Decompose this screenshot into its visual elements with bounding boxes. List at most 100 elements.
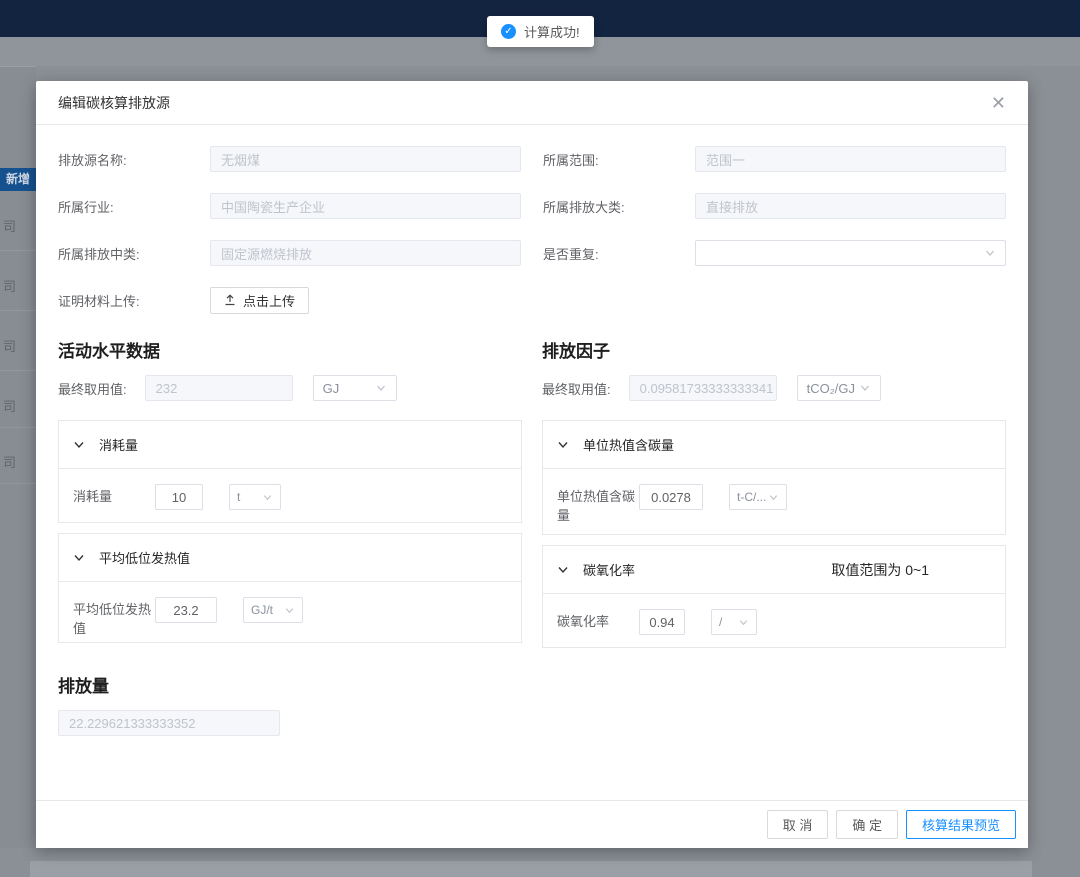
chevron-down-icon xyxy=(859,382,871,394)
oxidation-rate-card: 碳氧化率 取值范围为 0~1 碳氧化率 0.94 / xyxy=(542,545,1006,648)
field-proof-upload: 证明材料上传: 点击上传 xyxy=(58,287,521,313)
heating-value-input[interactable]: 23.2 xyxy=(155,597,217,623)
upload-button[interactable]: 点击上传 xyxy=(210,287,309,314)
select-value: GJ xyxy=(323,381,340,396)
carbon-content-input[interactable]: 0.0278 xyxy=(639,484,703,510)
final-value-label: 最终取用值: xyxy=(542,379,611,398)
carbon-content-collapse-header[interactable]: 单位热值含碳量 xyxy=(543,421,1005,469)
heating-value-card: 平均低位发热值 平均低位发热值 23.2 GJ/t xyxy=(58,533,522,643)
row-label: 平均低位发热值 xyxy=(73,597,155,639)
activity-unit-select[interactable]: GJ xyxy=(313,375,397,401)
final-value-label: 最终取用值: xyxy=(58,379,127,398)
check-circle-icon: ✓ xyxy=(501,24,516,39)
carbon-content-row: 单位热值含碳量 0.0278 t-C/... xyxy=(557,484,991,526)
row-label: 单位热值含碳量 xyxy=(557,484,639,526)
add-button-fragment: 新增 xyxy=(0,168,36,191)
field-source-name: 排放源名称: 无烟煤 xyxy=(58,146,521,172)
table-row-fragment: 司 xyxy=(3,336,33,355)
card-title: 平均低位发热值 xyxy=(99,548,190,567)
emission-result-input: 22.229621333333352 xyxy=(58,710,280,736)
data-sections: 活动水平数据 最终取用值: 232 GJ 消耗量 xyxy=(58,337,1006,658)
heating-value-collapse-header[interactable]: 平均低位发热值 xyxy=(59,534,521,582)
upload-button-label: 点击上传 xyxy=(243,291,295,310)
card-body: 消耗量 10 t xyxy=(59,469,521,522)
heating-value-unit-select[interactable]: GJ/t xyxy=(243,597,303,623)
consumption-collapse-header[interactable]: 消耗量 xyxy=(59,421,521,469)
chevron-down-icon xyxy=(557,439,569,451)
dimmed-row-divider xyxy=(0,370,36,371)
empty-cell xyxy=(543,287,1006,313)
oxidation-rate-unit-select[interactable]: / xyxy=(711,609,757,635)
dialog-body: 排放源名称: 无烟煤 所属范围: 范围一 所属行业: 中国陶瓷生产企业 所属排放… xyxy=(36,125,1028,736)
row-label: 消耗量 xyxy=(73,484,155,507)
select-value: t xyxy=(237,490,240,504)
chevron-down-icon xyxy=(768,492,779,503)
close-icon[interactable]: ✕ xyxy=(991,94,1006,112)
activity-final-input: 232 xyxy=(145,375,293,401)
source-name-input: 无烟煤 xyxy=(210,146,521,172)
consumption-card: 消耗量 消耗量 10 t xyxy=(58,420,522,523)
select-value: t-C/... xyxy=(737,490,766,504)
is-duplicate-select[interactable] xyxy=(695,240,1006,266)
upload-icon xyxy=(224,294,236,306)
emission-factor-section: 排放因子 最终取用值: 0.09581733333333341 tCO₂/GJ … xyxy=(542,337,1006,658)
section-title-activity: 活动水平数据 xyxy=(58,337,522,362)
success-toast: ✓ 计算成功! xyxy=(487,16,594,47)
field-label: 排放源名称: xyxy=(58,150,210,169)
field-label: 是否重复: xyxy=(543,244,695,263)
oxidation-rate-collapse-header[interactable]: 碳氧化率 取值范围为 0~1 xyxy=(543,546,1005,594)
section-title-emission: 排放量 xyxy=(58,672,1006,697)
table-row-fragment: 司 xyxy=(3,396,33,415)
industry-input: 中国陶瓷生产企业 xyxy=(210,193,521,219)
field-is-duplicate: 是否重复: xyxy=(543,240,1006,266)
confirm-button[interactable]: 确 定 xyxy=(836,810,898,839)
field-scope: 所属范围: 范围一 xyxy=(543,146,1006,172)
section-title-factor: 排放因子 xyxy=(542,337,1006,362)
factor-final-row: 最终取用值: 0.09581733333333341 tCO₂/GJ xyxy=(542,375,1006,401)
card-title: 消耗量 xyxy=(99,435,138,454)
field-label: 所属范围: xyxy=(543,150,695,169)
table-row-fragment: 司 xyxy=(3,276,33,295)
activity-final-row: 最终取用值: 232 GJ xyxy=(58,375,522,401)
toast-message: 计算成功! xyxy=(524,22,580,41)
select-value: GJ/t xyxy=(251,603,273,617)
dimmed-row-divider xyxy=(0,310,36,311)
carbon-content-unit-select[interactable]: t-C/... xyxy=(729,484,787,510)
carbon-content-card: 单位热值含碳量 单位热值含碳量 0.0278 t-C/... xyxy=(542,420,1006,535)
field-label: 所属行业: xyxy=(58,197,210,216)
consumption-unit-select[interactable]: t xyxy=(229,484,281,510)
card-body: 单位热值含碳量 0.0278 t-C/... xyxy=(543,469,1005,534)
field-label: 所属排放中类: xyxy=(58,244,210,263)
consumption-row: 消耗量 10 t xyxy=(73,484,507,510)
major-category-input: 直接排放 xyxy=(695,193,1006,219)
oxidation-rate-row: 碳氧化率 0.94 / xyxy=(557,609,991,635)
cancel-button[interactable]: 取 消 xyxy=(767,810,829,839)
edit-emission-source-dialog: 编辑碳核算排放源 ✕ 排放源名称: 无烟煤 所属范围: 范围一 所属行业: 中国… xyxy=(36,81,1028,848)
card-title: 碳氧化率 xyxy=(583,560,635,579)
chevron-down-icon xyxy=(557,564,569,576)
oxidation-rate-input[interactable]: 0.94 xyxy=(639,609,685,635)
basic-info-form: 排放源名称: 无烟煤 所属范围: 范围一 所属行业: 中国陶瓷生产企业 所属排放… xyxy=(58,146,1006,313)
card-title: 单位热值含碳量 xyxy=(583,435,674,454)
card-body: 平均低位发热值 23.2 GJ/t xyxy=(59,582,521,642)
dialog-footer: 取 消 确 定 核算结果预览 xyxy=(36,800,1028,848)
dialog-header: 编辑碳核算排放源 ✕ xyxy=(36,81,1028,125)
scope-input: 范围一 xyxy=(695,146,1006,172)
chevron-down-icon xyxy=(262,492,273,503)
chevron-down-icon xyxy=(284,605,295,616)
factor-unit-select[interactable]: tCO₂/GJ xyxy=(797,375,881,401)
dimmed-row-divider xyxy=(0,483,36,484)
field-label: 证明材料上传: xyxy=(58,291,210,310)
chevron-down-icon xyxy=(375,382,387,394)
chevron-down-icon xyxy=(984,247,996,259)
select-value: tCO₂/GJ xyxy=(807,381,855,396)
chevron-down-icon xyxy=(73,552,85,564)
table-row-fragment: 司 xyxy=(3,216,33,235)
consumption-input[interactable]: 10 xyxy=(155,484,203,510)
chevron-down-icon xyxy=(73,439,85,451)
factor-final-input: 0.09581733333333341 xyxy=(629,375,777,401)
result-preview-button[interactable]: 核算结果预览 xyxy=(906,810,1016,839)
field-emission-mid-category: 所属排放中类: 固定源燃烧排放 xyxy=(58,240,521,266)
dimmed-row-divider xyxy=(0,427,36,428)
field-emission-major-category: 所属排放大类: 直接排放 xyxy=(543,193,1006,219)
